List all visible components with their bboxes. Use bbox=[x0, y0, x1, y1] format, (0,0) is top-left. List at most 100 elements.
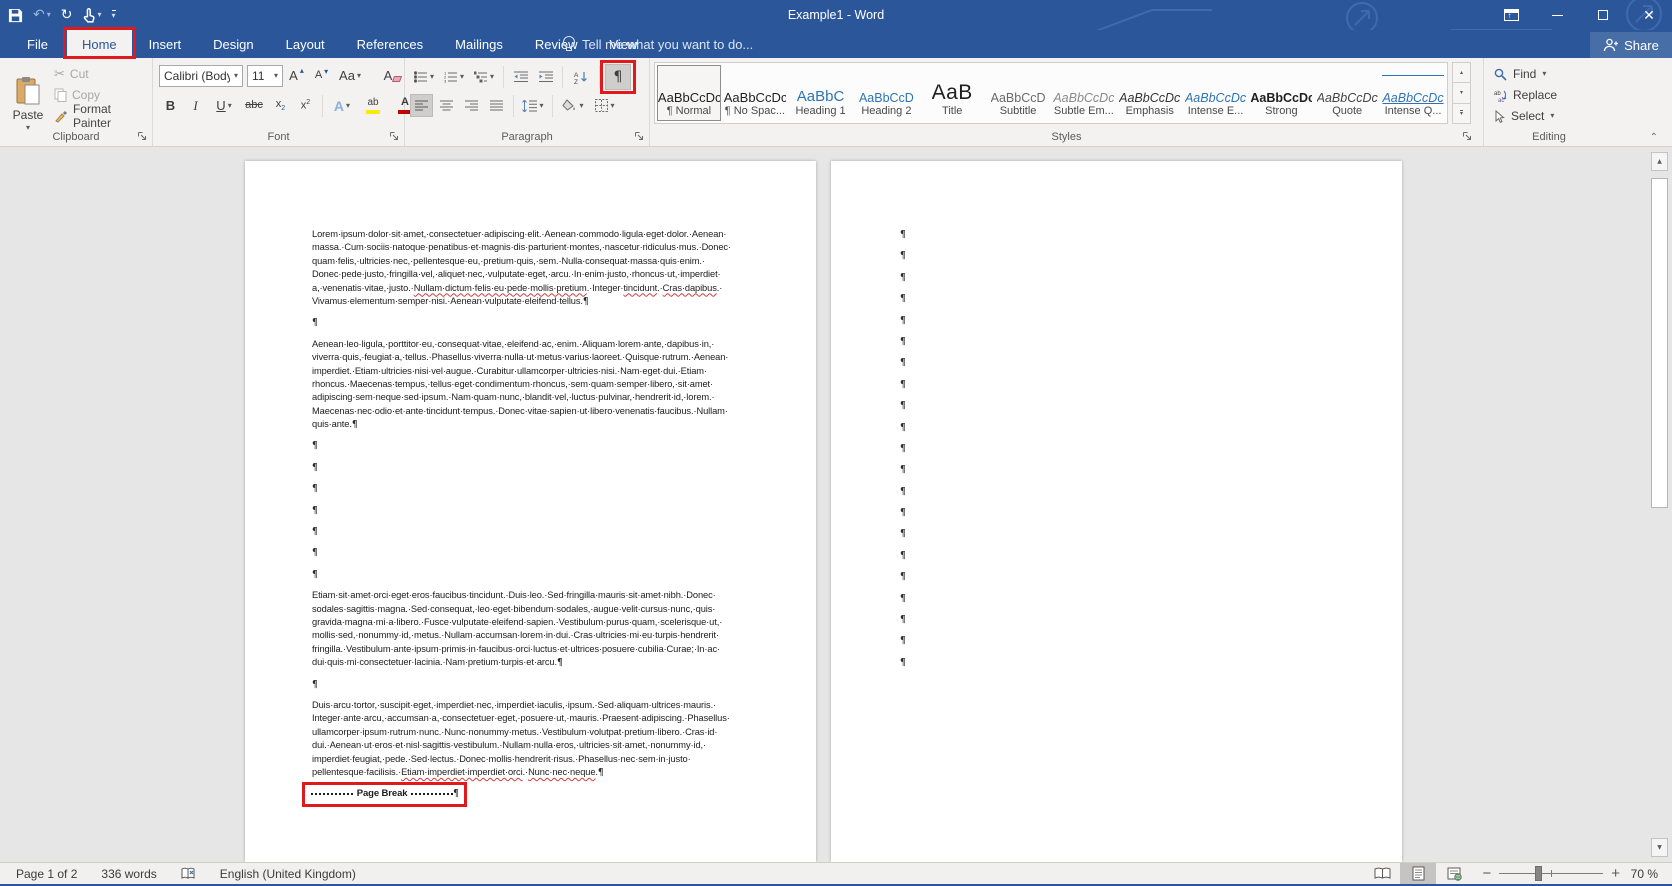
style-title[interactable]: AaBTitle bbox=[920, 65, 984, 121]
superscript-button[interactable]: x2 bbox=[294, 94, 317, 117]
tab-insert[interactable]: Insert bbox=[134, 30, 197, 58]
page-indicator[interactable]: Page 1 of 2 bbox=[0, 863, 89, 885]
tab-layout[interactable]: Layout bbox=[271, 30, 340, 58]
save-button[interactable] bbox=[8, 4, 23, 26]
proofing-status-button[interactable] bbox=[169, 863, 208, 885]
align-center-button[interactable] bbox=[435, 94, 458, 117]
align-left-button[interactable] bbox=[410, 94, 433, 117]
justify-button[interactable] bbox=[485, 94, 508, 117]
ribbon-display-options-button[interactable] bbox=[1488, 0, 1534, 30]
styles-scroll-down-button[interactable]: ▾ bbox=[1452, 83, 1471, 103]
bold-button[interactable]: B bbox=[159, 94, 182, 117]
show-hide-formatting-marks-button[interactable]: ¶ bbox=[605, 64, 631, 90]
format-painter-button[interactable]: Format Painter bbox=[54, 106, 152, 126]
zoom-in-button[interactable]: + bbox=[1611, 865, 1620, 882]
paste-label: Paste bbox=[13, 108, 44, 122]
read-mode-button[interactable] bbox=[1364, 863, 1400, 885]
strikethrough-button[interactable]: abc bbox=[241, 94, 267, 117]
shrink-font-button[interactable]: A▾ bbox=[310, 64, 333, 87]
increase-indent-button[interactable] bbox=[534, 66, 557, 89]
style-preview: AaBbCcDc bbox=[1119, 75, 1180, 105]
share-button[interactable]: Share bbox=[1590, 32, 1672, 58]
undo-button[interactable]: ↶▾ bbox=[33, 4, 51, 26]
font-size-combobox[interactable]: 11 ▾ bbox=[247, 65, 283, 87]
subscript-button[interactable]: x2 bbox=[269, 94, 292, 117]
collapse-ribbon-button[interactable]: ⌃ bbox=[1650, 132, 1658, 143]
style-no-spac[interactable]: AaBbCcDc¶ No Spac... bbox=[723, 65, 787, 121]
redo-button[interactable]: ↻ bbox=[61, 4, 73, 26]
sort-button[interactable]: AZ bbox=[568, 66, 594, 89]
paragraph-dialog-launcher[interactable] bbox=[634, 131, 645, 142]
select-button[interactable]: Select ▾ bbox=[1494, 106, 1554, 126]
style-label: ¶ No Spac... bbox=[725, 105, 785, 117]
style-heading-2[interactable]: AaBbCcDHeading 2 bbox=[854, 65, 918, 121]
clear-formatting-button[interactable]: A bbox=[381, 64, 404, 87]
multilevel-list-button[interactable]: ▾ bbox=[470, 66, 498, 89]
styles-dialog-launcher[interactable] bbox=[1462, 131, 1473, 142]
pilcrow-mark: ¶ bbox=[900, 422, 906, 433]
change-case-button[interactable]: Aa▾ bbox=[335, 64, 365, 87]
touch-mode-button[interactable]: ▾ bbox=[82, 4, 101, 26]
document-page-1[interactable]: Lorem·ipsum·dolor·sit·amet,·consectetuer… bbox=[245, 161, 816, 862]
italic-button[interactable]: I bbox=[184, 94, 207, 117]
styles-scroll-up-button[interactable]: ▴ bbox=[1452, 62, 1471, 83]
find-button[interactable]: Find ▾ bbox=[1494, 64, 1546, 84]
document-text-line: massa.·Cum·sociis·natoque·penatibus·et·m… bbox=[312, 241, 749, 254]
minimize-button[interactable] bbox=[1534, 0, 1580, 30]
clipboard-dialog-launcher[interactable] bbox=[137, 131, 148, 142]
paste-button[interactable]: Paste ▾ bbox=[6, 62, 50, 142]
zoom-level[interactable]: 70 % bbox=[1630, 867, 1672, 881]
scroll-up-button[interactable]: ▲ bbox=[1651, 152, 1668, 171]
text-highlight-button[interactable]: ab bbox=[358, 94, 388, 117]
tab-home[interactable]: Home bbox=[67, 30, 132, 58]
document-text-line: ¶ bbox=[900, 378, 1402, 391]
document-text-line: ¶ bbox=[900, 442, 1402, 455]
underline-button[interactable]: U▾ bbox=[209, 94, 239, 117]
style-subtitle[interactable]: AaBbCcDSubtitle bbox=[986, 65, 1050, 121]
web-layout-button[interactable] bbox=[1436, 863, 1472, 885]
scroll-down-button[interactable]: ▼ bbox=[1651, 838, 1668, 857]
pilcrow-mark: ¶ bbox=[312, 505, 318, 516]
paragraph-group-label: Paragraph bbox=[405, 131, 649, 143]
text-effects-button[interactable]: A▾ bbox=[328, 94, 356, 117]
word-count[interactable]: 336 words bbox=[89, 863, 168, 885]
scrollbar-thumb[interactable] bbox=[1651, 178, 1668, 508]
tab-design[interactable]: Design bbox=[198, 30, 268, 58]
decrease-indent-button[interactable] bbox=[509, 66, 532, 89]
zoom-out-button[interactable]: − bbox=[1482, 865, 1491, 882]
tab-mailings[interactable]: Mailings bbox=[440, 30, 518, 58]
line-spacing-button[interactable]: ▾ bbox=[519, 94, 547, 117]
style-emphasis[interactable]: AaBbCcDcEmphasis bbox=[1118, 65, 1182, 121]
document-text-line: gravida·magna·mi·a·libero.·Fusce·vulputa… bbox=[312, 616, 749, 629]
zoom-slider[interactable] bbox=[1499, 866, 1603, 881]
cut-button[interactable]: ✂ Cut bbox=[54, 64, 89, 84]
language-indicator[interactable]: English (United Kingdom) bbox=[208, 863, 368, 885]
styles-more-button[interactable]: ▾ bbox=[1452, 104, 1471, 124]
print-layout-button[interactable] bbox=[1400, 863, 1436, 885]
customize-quick-access-button[interactable]: ▾ bbox=[112, 4, 116, 26]
vertical-scrollbar[interactable]: ▲ ▼ bbox=[1651, 152, 1668, 857]
style-normal[interactable]: AaBbCcDc¶ Normal bbox=[657, 65, 721, 121]
numbering-button[interactable]: 123▾ bbox=[440, 66, 468, 89]
style-quote[interactable]: AaBbCcDcQuote bbox=[1315, 65, 1379, 121]
style-subtle-em[interactable]: AaBbCcDcSubtle Em... bbox=[1052, 65, 1116, 121]
grow-font-button[interactable]: A▴ bbox=[285, 64, 308, 87]
shading-button[interactable]: ▾ bbox=[558, 94, 588, 117]
maximize-button[interactable] bbox=[1580, 0, 1626, 30]
font-name-combobox[interactable]: Calibri (Body) ▾ bbox=[159, 65, 243, 87]
style-intense-q[interactable]: AaBbCcDcIntense Q... bbox=[1381, 65, 1445, 121]
tab-references[interactable]: References bbox=[342, 30, 438, 58]
style-intense-e[interactable]: AaBbCcDcIntense E... bbox=[1184, 65, 1248, 121]
font-dialog-launcher[interactable] bbox=[389, 131, 400, 142]
zoom-slider-thumb[interactable] bbox=[1535, 866, 1542, 881]
style-strong[interactable]: AaBbCcDcStrong bbox=[1249, 65, 1313, 121]
close-button[interactable]: ✕ bbox=[1626, 0, 1672, 30]
borders-button[interactable]: ▾ bbox=[590, 94, 620, 117]
replace-button[interactable]: abac Replace bbox=[1494, 85, 1557, 105]
document-page-2[interactable]: ¶¶¶¶¶¶¶¶¶¶¶¶¶¶¶¶¶¶¶¶¶ bbox=[831, 161, 1402, 862]
tab-file[interactable]: File bbox=[10, 30, 65, 58]
bullets-button[interactable]: ▾ bbox=[410, 66, 438, 89]
align-right-button[interactable] bbox=[460, 94, 483, 117]
tell-me-box[interactable]: Tell me what you want to do... bbox=[562, 30, 753, 58]
style-heading-1[interactable]: AaBbCHeading 1 bbox=[789, 65, 853, 121]
